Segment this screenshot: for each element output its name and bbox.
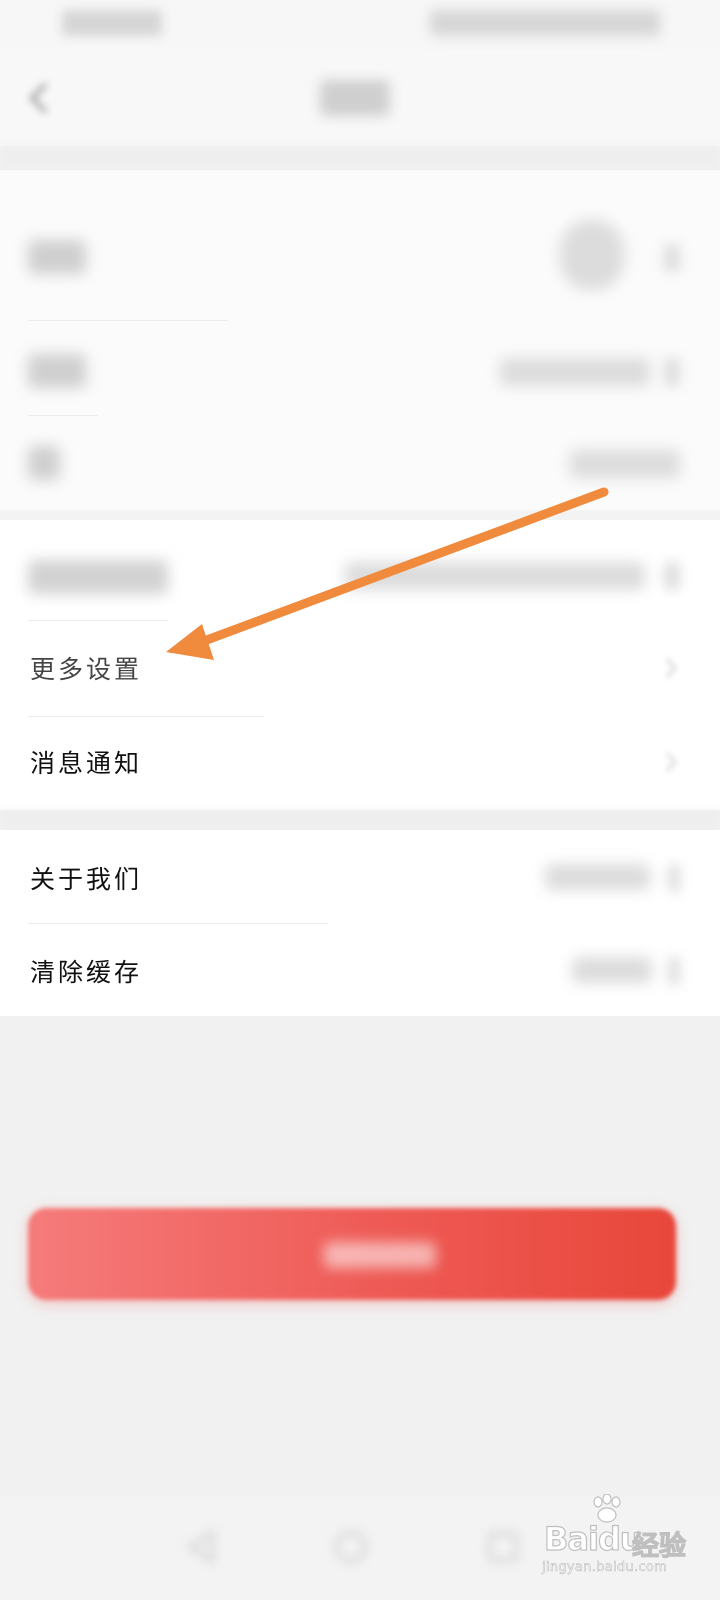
blurred-value <box>500 358 650 386</box>
chevron-right-icon <box>666 752 677 772</box>
chevron-right-icon <box>664 562 680 590</box>
divider <box>28 620 168 621</box>
section-gap <box>0 810 720 830</box>
nav-recents-icon[interactable] <box>484 1528 522 1566</box>
settings-row-label: 消息通知 <box>30 749 143 778</box>
app-header <box>0 50 720 146</box>
settings-row-label: 关于我们 <box>30 865 143 894</box>
about-card: 关于我们 清除缓存 <box>0 830 720 1016</box>
blurred-label <box>28 446 60 480</box>
watermark-product: 经验 <box>631 1530 686 1562</box>
settings-row-notifications[interactable]: 消息通知 <box>0 716 720 810</box>
divider <box>28 320 228 321</box>
nickname-row-blurred[interactable] <box>0 330 720 410</box>
divider <box>28 415 98 416</box>
nav-home-icon[interactable] <box>332 1528 370 1566</box>
section-gap <box>0 146 720 170</box>
blurred-button-label <box>324 1242 436 1268</box>
watermark-domain: jingyan.baidu.com <box>542 1560 668 1576</box>
blurred-value <box>545 864 650 890</box>
id-row-blurred <box>0 422 720 502</box>
chevron-right-icon <box>664 244 680 272</box>
status-bar-battery-time-blurred <box>430 10 660 36</box>
status-bar <box>0 0 720 50</box>
avatar-row-blurred[interactable] <box>0 200 720 310</box>
settings-card: 更多设置 消息通知 <box>0 520 720 810</box>
watermark-logo: Baidu 经验 jingyan.baidu.com <box>540 1490 710 1590</box>
avatar-blurred <box>560 220 624 290</box>
nav-back-icon[interactable] <box>182 1528 220 1566</box>
chevron-right-icon <box>664 358 680 386</box>
chevron-right-icon <box>666 658 677 678</box>
page-title-blurred <box>320 80 390 116</box>
settings-row-about[interactable]: 关于我们 <box>0 830 720 924</box>
settings-row-label: 更多设置 <box>30 655 143 684</box>
blurred-label <box>28 560 168 594</box>
blurred-label <box>28 354 86 388</box>
settings-row-clear-cache[interactable]: 清除缓存 <box>0 923 720 1017</box>
chevron-left-icon[interactable] <box>22 78 56 118</box>
logout-button-blurred[interactable] <box>28 1208 676 1300</box>
status-bar-signal-blurred <box>62 10 162 36</box>
settings-row-label: 清除缓存 <box>30 958 143 987</box>
profile-card-blurred <box>0 170 720 510</box>
watermark-brand: Baidu <box>543 1519 643 1558</box>
blurred-label <box>28 240 86 274</box>
blurred-value <box>345 562 645 590</box>
chevron-right-icon <box>668 864 680 892</box>
chevron-right-icon <box>668 957 680 985</box>
blurred-value <box>570 450 680 478</box>
settings-row-more[interactable]: 更多设置 <box>0 622 720 716</box>
account-security-row-blurred[interactable] <box>0 530 720 620</box>
blurred-value <box>572 957 652 983</box>
settings-screen: 更多设置 消息通知 关于我们 清除缓存 Baidu 经验 jingyan.bai… <box>0 0 720 1600</box>
